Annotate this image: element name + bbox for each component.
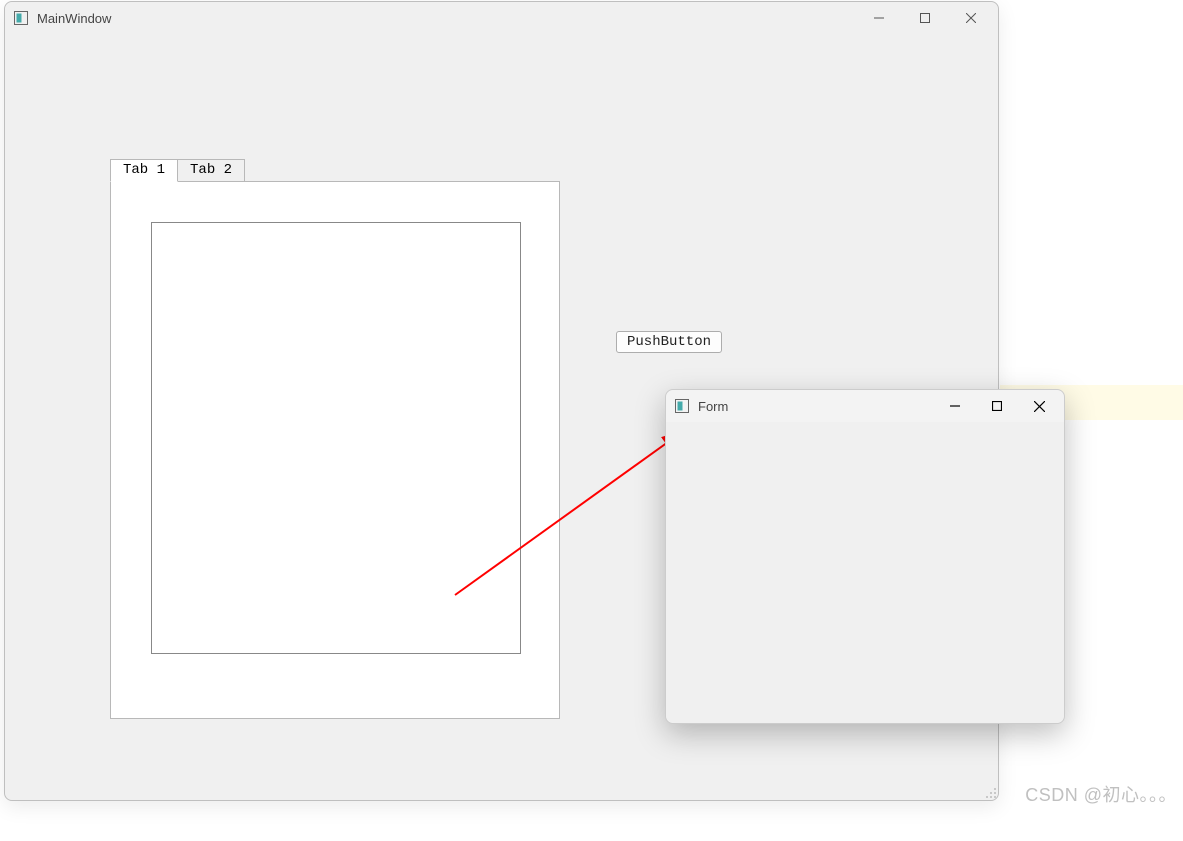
- push-button[interactable]: PushButton: [616, 331, 722, 353]
- close-button[interactable]: [1018, 391, 1060, 421]
- tab-page-1: [110, 181, 560, 719]
- minimize-button[interactable]: [856, 3, 902, 33]
- form-window-client-area: [666, 422, 1064, 723]
- inner-frame: [151, 222, 521, 654]
- close-button[interactable]: [948, 3, 994, 33]
- main-window-titlebar[interactable]: MainWindow: [5, 2, 998, 34]
- minimize-button[interactable]: [934, 391, 976, 421]
- tab-bar: Tab 1 Tab 2: [110, 159, 560, 181]
- resize-grip-icon[interactable]: [983, 785, 999, 801]
- tab-widget: Tab 1 Tab 2: [110, 159, 560, 719]
- maximize-button[interactable]: [902, 3, 948, 33]
- maximize-button[interactable]: [976, 391, 1018, 421]
- app-icon: [13, 10, 29, 26]
- app-icon: [674, 398, 690, 414]
- tab-1[interactable]: Tab 1: [110, 159, 178, 182]
- watermark-text: CSDN @初心。。。: [1025, 781, 1177, 807]
- form-window-title: Form: [698, 399, 728, 414]
- main-window-title: MainWindow: [37, 11, 111, 26]
- tab-2[interactable]: Tab 2: [177, 159, 245, 181]
- form-window: Form: [665, 389, 1065, 724]
- form-window-titlebar[interactable]: Form: [666, 390, 1064, 422]
